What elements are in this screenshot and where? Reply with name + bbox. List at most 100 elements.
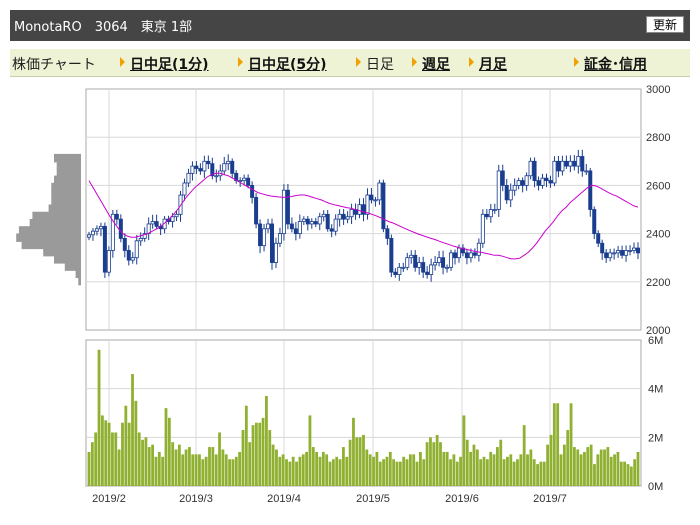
volume-bar	[492, 454, 496, 486]
volume-bar	[536, 464, 539, 486]
price-profile-bar	[32, 211, 81, 221]
price-y-tick-label: 2200	[646, 277, 670, 289]
stock-chart: 2019/2 2019/3 2019/4 2019/5 2019/6 2019/72000…	[16, 84, 670, 505]
candle-body	[576, 156, 581, 167]
candle-body	[413, 254, 418, 268]
candle-body	[536, 180, 541, 186]
volume-bar	[372, 456, 375, 486]
candle-body	[480, 213, 485, 244]
candle-body	[377, 182, 382, 201]
candle-body	[365, 194, 370, 215]
candle-body	[556, 160, 561, 172]
volume-bar	[402, 456, 406, 486]
volume-y-tick-label: 0M	[648, 481, 663, 493]
candle-body	[198, 168, 203, 172]
candle-body	[309, 221, 314, 225]
volume-bar	[301, 454, 305, 486]
candle-body	[484, 213, 489, 218]
candle-body	[269, 223, 274, 263]
volume-bar	[248, 442, 252, 486]
volume-bar	[305, 451, 308, 486]
volume-bar	[603, 449, 606, 486]
candle-body	[568, 160, 573, 167]
volume-bar	[502, 459, 506, 486]
candle-body	[102, 225, 107, 273]
candle-body	[281, 189, 286, 235]
volume-bar	[569, 403, 573, 486]
volume-bar	[144, 437, 148, 486]
volume-bar	[629, 466, 633, 486]
volume-bar	[509, 454, 513, 486]
candle-body	[337, 213, 342, 220]
volume-bar	[184, 449, 188, 486]
volume-bar	[529, 449, 533, 486]
candle-body	[87, 234, 92, 238]
candle-body	[194, 165, 199, 169]
volume-bar	[516, 459, 519, 486]
candle-body	[636, 247, 641, 254]
volume-bar	[338, 459, 342, 486]
candle-body	[552, 160, 557, 184]
volume-bar	[606, 447, 610, 486]
x-tick-label: 2019/7	[533, 493, 567, 505]
candle-body	[222, 163, 227, 172]
candle-body	[508, 189, 513, 201]
volume-bar	[275, 449, 278, 486]
candle-body	[488, 209, 493, 218]
volume-bar	[214, 454, 218, 486]
volume-bar	[111, 432, 114, 486]
candle-body	[150, 221, 155, 225]
candle-body	[409, 254, 414, 259]
volume-bar	[633, 459, 637, 486]
volume-bar	[512, 461, 516, 486]
volume-bar	[392, 459, 396, 486]
candle-body	[604, 252, 609, 259]
price-profile-bar	[51, 182, 81, 192]
candle-body	[226, 160, 231, 165]
candle-body	[592, 209, 597, 235]
candle-body	[202, 160, 207, 172]
candle-body	[305, 218, 310, 225]
candle-body	[301, 218, 306, 222]
candle-body	[504, 184, 509, 201]
volume-bar	[496, 447, 499, 486]
x-tick-label: 2019/3	[179, 493, 213, 505]
volume-bar	[265, 395, 268, 486]
volume-bar	[154, 456, 158, 486]
candle-body	[154, 221, 159, 227]
volume-bar	[619, 461, 623, 486]
volume-bar	[388, 451, 392, 486]
volume-bar	[378, 461, 382, 486]
volume-bar	[542, 461, 546, 486]
x-tick-label: 2019/5	[356, 493, 390, 505]
volume-y-tick-label: 4M	[648, 384, 663, 396]
candle-body	[182, 182, 187, 196]
candle-body	[520, 180, 525, 186]
volume-bar	[167, 417, 171, 486]
candle-body	[632, 247, 637, 251]
volume-bar	[104, 420, 108, 486]
candle-body	[425, 271, 430, 275]
candle-body	[357, 204, 362, 215]
candle-body	[190, 165, 195, 174]
volume-bar	[452, 454, 456, 486]
candle-body	[437, 257, 442, 263]
volume-bar	[405, 459, 409, 486]
candle-body	[313, 221, 318, 225]
volume-bar	[87, 451, 91, 486]
volume-bar	[211, 447, 215, 486]
candle-body	[429, 264, 434, 275]
price-y-tick-label: 2600	[646, 180, 670, 192]
price-y-tick-label: 2400	[646, 229, 670, 241]
candle-body	[114, 213, 119, 220]
price-profile-bar	[64, 262, 81, 271]
volume-bar	[97, 349, 101, 486]
volume-y-tick-label: 6M	[648, 335, 663, 347]
volume-bar	[626, 464, 630, 486]
volume-bar	[147, 447, 151, 486]
volume-bar	[522, 425, 526, 486]
candle-body	[250, 184, 255, 198]
price-y-tick-label: 2800	[646, 132, 670, 144]
volume-bar	[228, 459, 231, 486]
candle-body	[596, 233, 601, 244]
